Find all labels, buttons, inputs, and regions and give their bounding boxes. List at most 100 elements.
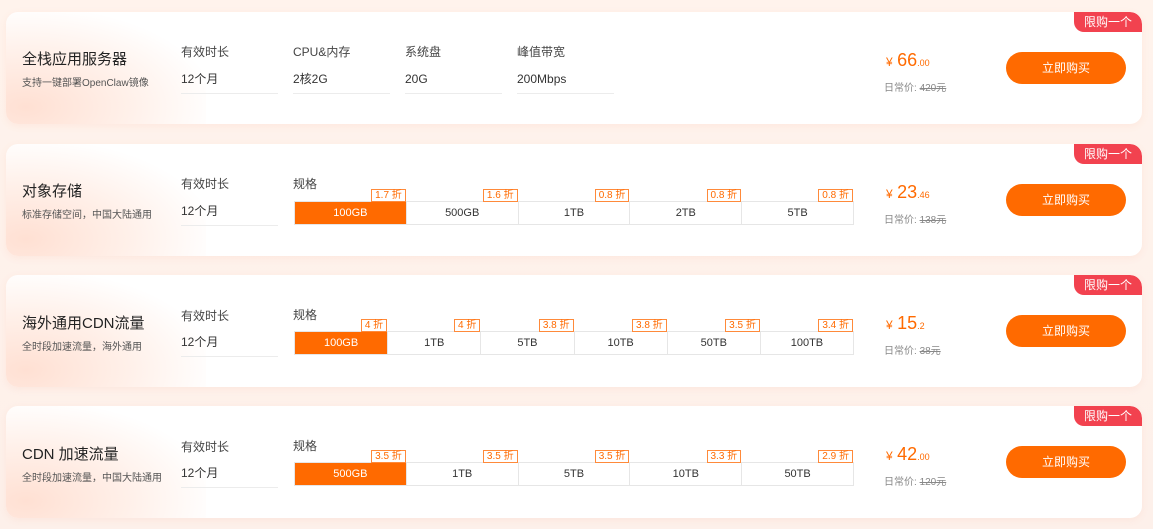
currency-symbol: ¥ (886, 187, 893, 201)
spec-option-label: 50TB (700, 337, 727, 349)
discount-tag: 3.8 折 (632, 319, 667, 332)
spec-label: 规格 (293, 439, 318, 453)
spec-option-label: 100GB (323, 337, 359, 349)
currency-symbol: ¥ (886, 55, 893, 69)
spec-option-label: 1TB (452, 468, 473, 480)
original-price-value: 38元 (919, 346, 941, 357)
product-name: CDN 加速流量 (22, 446, 119, 463)
spec-option-1tb[interactable]: 1TB 0.8 折 (519, 189, 631, 224)
discount-tag: 3.5 折 (371, 450, 406, 463)
product-desc: 全时段加速流量，海外通用 (22, 342, 142, 353)
spec-option-5tb[interactable]: 5TB 3.5 折 (519, 450, 631, 485)
original-price-label: 日常价: (884, 83, 917, 94)
duration-value[interactable]: 12个月 (181, 200, 278, 226)
spec-option-label: 500GB (333, 468, 368, 480)
discount-tag: 4 折 (454, 319, 481, 332)
discount-tag: 3.5 折 (725, 319, 760, 332)
price: ¥ 42.00 (886, 444, 930, 465)
original-price-label: 日常价: (884, 346, 917, 357)
original-price: 日常价: 420元 (884, 79, 946, 94)
price-integer: 23 (897, 182, 918, 202)
product-card-object-storage: 限购一个 对象存储 标准存储空间，中国大陆通用 有效时长 12个月 规格 100… (6, 144, 1142, 256)
duration-value[interactable]: 12个月 (181, 331, 278, 357)
price: ¥ 15.2 (886, 313, 925, 334)
discount-tag: 0.8 折 (818, 189, 853, 202)
discount-tag: 0.8 折 (706, 189, 742, 202)
original-price-label: 日常价: (884, 215, 917, 226)
price-decimal: .00 (917, 452, 930, 462)
price: ¥ 66.00 (886, 50, 930, 71)
discount-tag: 3.3 折 (706, 450, 742, 463)
cpu-memory-value[interactable]: 2核2G (293, 68, 390, 94)
spec-option-label: 1TB (424, 337, 445, 349)
discount-tag: 4 折 (360, 319, 388, 332)
spec-option-label: 100GB (333, 207, 368, 219)
system-disk-value[interactable]: 20G (405, 68, 502, 94)
currency-symbol: ¥ (886, 449, 893, 463)
spec-option-label: 100TB (790, 337, 824, 349)
spec-option-1tb[interactable]: 1TB 3.5 折 (407, 450, 519, 485)
spec-option-100tb[interactable]: 100TB 3.4 折 (761, 319, 854, 354)
product-card-overseas-cdn: 限购一个 海外通用CDN流量 全时段加速流量，海外通用 有效时长 12个月 规格… (6, 275, 1142, 387)
duration-label: 有效时长 (181, 177, 230, 191)
spec-option-5tb[interactable]: 5TB 0.8 折 (742, 189, 853, 224)
spec-option-1tb[interactable]: 1TB 4 折 (388, 319, 482, 354)
spec-option-100gb[interactable]: 100GB 4 折 (295, 319, 389, 354)
discount-tag: 3.5 折 (594, 450, 630, 463)
duration-label: 有效时长 (181, 440, 230, 454)
product-card-server: 限购一个 全栈应用服务器 支持一键部署OpenClaw镜像 有效时长 12个月 … (6, 12, 1142, 124)
price-integer: 66 (897, 50, 918, 70)
spec-option-10tb[interactable]: 10TB 3.8 折 (575, 319, 668, 354)
price-decimal: .2 (917, 321, 925, 331)
spec-options: 100GB 4 折 1TB 4 折 5TB 3.8 折 10TB 3.8 折 50TB 3… (294, 319, 854, 355)
product-desc: 支持一键部署OpenClaw镜像 (22, 78, 149, 89)
discount-tag: 3.5 折 (482, 450, 518, 463)
cpu-memory-label: CPU&内存 (293, 45, 351, 59)
duration-value[interactable]: 12个月 (181, 68, 278, 94)
original-price: 日常价: 120元 (884, 473, 946, 488)
buy-button[interactable]: 立即购买 (1006, 446, 1126, 478)
spec-option-label: 5TB (563, 468, 585, 480)
original-price-label: 日常价: (884, 477, 917, 488)
spec-option-500gb[interactable]: 500GB 3.5 折 (295, 450, 407, 485)
buy-button[interactable]: 立即购买 (1006, 52, 1126, 84)
spec-option-10tb[interactable]: 10TB 3.3 折 (630, 450, 743, 485)
price-integer: 15 (897, 313, 918, 333)
duration-label: 有效时长 (181, 45, 230, 59)
spec-option-2tb[interactable]: 2TB 0.8 折 (630, 189, 743, 224)
limit-badge: 限购一个 (1074, 275, 1142, 295)
spec-label: 规格 (293, 308, 318, 322)
discount-tag: 0.8 折 (594, 189, 630, 202)
limit-badge: 限购一个 (1074, 406, 1142, 426)
product-desc: 标准存储空间，中国大陆通用 (22, 210, 152, 221)
original-price-value: 420元 (919, 83, 947, 94)
price-decimal: .46 (917, 190, 930, 200)
discount-tag: 1.6 折 (482, 189, 518, 202)
price: ¥ 23.46 (886, 182, 930, 203)
spec-option-500gb[interactable]: 500GB 1.6 折 (407, 189, 519, 224)
spec-options: 500GB 3.5 折 1TB 3.5 折 5TB 3.5 折 10TB 3.3 折 5… (294, 450, 854, 486)
buy-button[interactable]: 立即购买 (1006, 184, 1126, 216)
original-price-value: 138元 (919, 215, 947, 226)
spec-option-50tb[interactable]: 50TB 2.9 折 (742, 450, 853, 485)
discount-tag: 2.9 折 (818, 450, 853, 463)
discount-tag: 3.4 折 (818, 319, 854, 332)
bandwidth-value[interactable]: 200Mbps (517, 68, 614, 94)
original-price: 日常价: 38元 (884, 342, 941, 357)
price-decimal: .00 (917, 58, 930, 68)
duration-value[interactable]: 12个月 (181, 462, 278, 488)
product-name: 对象存储 (22, 183, 83, 200)
spec-option-label: 500GB (445, 207, 480, 219)
spec-label: 规格 (293, 177, 318, 191)
bandwidth-label: 峰值带宽 (517, 45, 566, 59)
spec-option-100gb[interactable]: 100GB 1.7 折 (295, 189, 407, 224)
spec-option-5tb[interactable]: 5TB 3.8 折 (481, 319, 575, 354)
spec-option-label: 5TB (787, 207, 808, 219)
buy-button[interactable]: 立即购买 (1006, 315, 1126, 347)
discount-tag: 1.7 折 (371, 189, 406, 202)
spec-option-label: 2TB (675, 207, 696, 219)
product-card-cdn: 限购一个 CDN 加速流量 全时段加速流量，中国大陆通用 有效时长 12个月 规… (6, 406, 1142, 518)
spec-option-50tb[interactable]: 50TB 3.5 折 (668, 319, 761, 354)
spec-options: 100GB 1.7 折 500GB 1.6 折 1TB 0.8 折 2TB 0.8 折 … (294, 189, 854, 225)
product-desc: 全时段加速流量，中国大陆通用 (22, 473, 162, 484)
